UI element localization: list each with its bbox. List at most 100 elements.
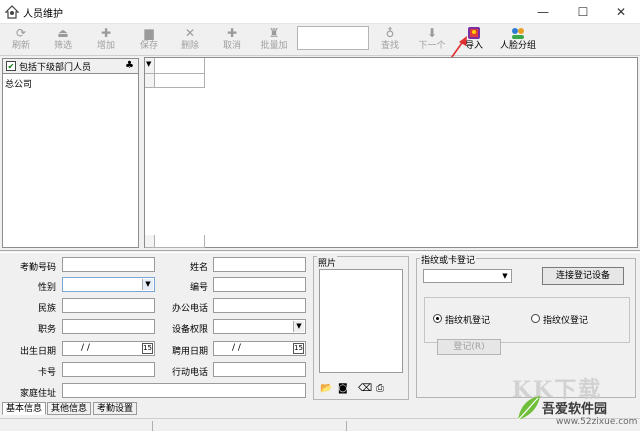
refresh-label: 刷新 — [11, 41, 30, 51]
mobile-label: 行动电话 — [171, 368, 208, 378]
grid-header-cell[interactable] — [155, 58, 205, 74]
batch-add-button[interactable]: ♜ 批量加 — [258, 26, 290, 54]
watermark-url: www.52zixue.com — [556, 417, 638, 427]
cancel-label: 取消 — [222, 41, 241, 51]
face-group-icon — [512, 28, 524, 39]
x-icon: ✕ — [184, 26, 196, 40]
device-permission-label: 设备权限 — [171, 325, 208, 335]
search-input[interactable] — [297, 26, 369, 50]
camera-icon[interactable]: ◙ — [338, 383, 348, 394]
watermark-text: 吾爱软件园 — [542, 402, 608, 417]
face-group-button[interactable]: 人脸分组 — [497, 26, 539, 54]
attendance-no-label: 考勤号码 — [19, 263, 56, 273]
address-field[interactable] — [62, 383, 306, 398]
add-label: 增加 — [96, 41, 115, 51]
minimize-button[interactable]: — — [526, 0, 560, 24]
name-field[interactable] — [213, 257, 306, 272]
panel-splitter[interactable] — [0, 250, 640, 253]
attendance-no-field[interactable] — [62, 257, 155, 272]
filter-icon: ⏏ — [57, 26, 69, 40]
search-label: 查找 — [380, 41, 399, 51]
include-subdept-checkbox[interactable]: ✔ — [6, 61, 16, 71]
department-tree-header: ✔ 包括下级部门人员 ♣ — [3, 59, 138, 74]
calendar-icon[interactable]: 15 — [293, 343, 304, 354]
card-no-field[interactable] — [62, 362, 155, 377]
leaf-logo-icon — [517, 396, 540, 421]
register-mode-group: 指纹机登记 指纹仪登记 — [424, 297, 630, 343]
office-phone-field[interactable] — [213, 298, 306, 313]
close-button[interactable]: ✕ — [604, 0, 638, 24]
number-label: 编号 — [189, 283, 208, 293]
plus-icon: ✚ — [226, 26, 238, 40]
job-title-field[interactable] — [62, 319, 155, 334]
save-icon: ▆ — [144, 26, 154, 40]
mobile-field[interactable] — [213, 362, 306, 377]
filter-label: 筛选 — [53, 41, 72, 51]
app-home-icon — [4, 5, 20, 19]
personnel-grid[interactable]: ▼ — [144, 57, 638, 248]
face-group-label: 人脸分组 — [499, 41, 536, 51]
ethnicity-field[interactable] — [62, 298, 155, 313]
birth-date-label: 出生日期 — [19, 347, 56, 357]
ethnicity-label: 民族 — [37, 304, 56, 314]
tree-item-head-office[interactable]: 总公司 — [5, 77, 32, 90]
birth-date-field[interactable]: / / 15 — [62, 341, 155, 356]
eraser-icon[interactable]: ⌫ — [358, 383, 372, 394]
filter-button[interactable]: ⏏ 筛选 — [47, 26, 79, 54]
photo-title: 照片 — [317, 256, 338, 269]
delete-button[interactable]: ✕ 删除 — [174, 26, 206, 54]
tab-attendance-settings[interactable]: 考勤设置 — [93, 402, 138, 415]
fingerprint-title: 指纹或卡登记 — [420, 253, 477, 266]
add-button[interactable]: ✚ 增加 — [90, 26, 122, 54]
refresh-icon: ⟳ — [15, 26, 27, 40]
radio-fingerprint-machine-label[interactable]: 指纹机登记 — [445, 313, 490, 326]
batch-add-icon: ♜ — [268, 26, 280, 40]
delete-label: 删除 — [180, 41, 199, 51]
tab-other-info[interactable]: 其他信息 — [47, 402, 92, 415]
grid-row-header[interactable] — [145, 74, 155, 88]
cancel-button[interactable]: ✚ 取消 — [216, 26, 248, 54]
address-label: 家庭住址 — [19, 389, 56, 399]
radio-fingerprint-reader-label[interactable]: 指纹仪登记 — [543, 313, 588, 326]
device-permission-select[interactable]: ▼ — [213, 319, 306, 334]
status-divider — [346, 421, 347, 431]
save-label: 保存 — [139, 41, 158, 51]
chevron-down-icon: ▼ — [142, 279, 153, 290]
number-field[interactable] — [213, 277, 306, 292]
refresh-button[interactable]: ⟳ 刷新 — [5, 26, 37, 54]
dropdown-indicator-icon: ▼ — [146, 60, 152, 68]
chevron-down-icon: ▼ — [502, 272, 508, 280]
office-phone-label: 办公电话 — [171, 304, 208, 314]
hire-date-value: / / — [232, 343, 241, 353]
open-folder-icon[interactable]: 📂 — [320, 383, 332, 394]
grid-cell[interactable] — [155, 74, 205, 88]
tab-basic-info[interactable]: 基本信息 — [2, 402, 47, 415]
department-tree-panel: ✔ 包括下级部门人员 ♣ 总公司 — [2, 58, 139, 248]
save-button[interactable]: ▆ 保存 — [133, 26, 165, 54]
hire-date-field[interactable]: / / 15 — [213, 341, 306, 356]
maximize-button[interactable]: ☐ — [566, 0, 600, 24]
job-title-label: 职务 — [37, 325, 56, 335]
grid-corner: ▼ — [145, 58, 155, 74]
window-title: 人员维护 — [23, 9, 63, 20]
register-button[interactable]: 登记(R) — [437, 339, 501, 355]
connect-device-button[interactable]: 连接登记设备 — [542, 267, 624, 285]
locate-icon: ♁ — [385, 26, 395, 40]
photo-box[interactable] — [319, 269, 403, 373]
birth-date-value: / / — [81, 343, 90, 353]
radio-fingerprint-reader[interactable] — [531, 314, 540, 323]
chevron-down-icon: ▼ — [293, 321, 304, 332]
search-button[interactable]: ♁ 查找 — [374, 26, 406, 54]
fingerprint-device-select[interactable]: ▼ — [423, 269, 512, 283]
gender-select[interactable]: ▼ — [62, 277, 155, 292]
toolbar: ⟳ 刷新 ⏏ 筛选 ✚ 增加 ▆ 保存 ✕ 删除 ✚ 取消 ♜ 批量加 ♁ 查找… — [0, 24, 640, 56]
radio-fingerprint-machine[interactable] — [433, 314, 442, 323]
scan-icon[interactable]: ⎙ — [376, 383, 384, 394]
photo-group: 照片 📂 ◙ ⌫ ⎙ — [313, 256, 409, 400]
title-bar: 人员维护 — ☐ ✕ — [0, 0, 640, 24]
include-subdept-label: 包括下级部门人员 — [19, 63, 92, 73]
calendar-icon[interactable]: 15 — [142, 343, 153, 354]
org-tree-icon[interactable]: ♣ — [125, 60, 134, 71]
status-divider — [152, 421, 153, 431]
watermark: KK下载 吾爱软件园 www.52zixue.com — [512, 372, 640, 431]
